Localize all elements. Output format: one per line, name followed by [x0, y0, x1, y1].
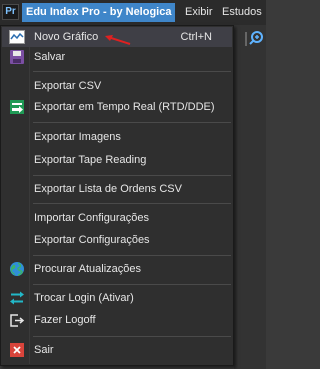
- menu-item-salvar[interactable]: Salvar: [2, 47, 232, 67]
- menu-separator: [33, 284, 231, 285]
- menu-exibir[interactable]: Exibir: [185, 3, 213, 22]
- menu-item-label: Importar Configurações: [34, 212, 149, 224]
- menu-item-trocar-login[interactable]: Trocar Login (Ativar): [2, 288, 232, 308]
- file-dropdown-menu: Novo Gráfico Ctrl+N Salvar Exportar CSV …: [0, 25, 234, 366]
- menu-item-label: Exportar Lista de Ordens CSV: [34, 183, 182, 195]
- menu-item-label: Exportar Tape Reading: [34, 154, 147, 166]
- red-arrow-annotation: [105, 35, 131, 45]
- close-icon: [10, 343, 24, 357]
- menu-item-procurar-atualizacoes[interactable]: Procurar Atualizações: [2, 259, 232, 279]
- menu-separator: [33, 122, 231, 123]
- menu-item-exportar-tempo-real[interactable]: Exportar em Tempo Real (RTD/DDE): [2, 97, 232, 117]
- swap-arrows-icon: [10, 291, 24, 305]
- menu-item-label: Trocar Login (Ativar): [34, 292, 134, 304]
- menu-item-label: Exportar em Tempo Real (RTD/DDE): [34, 101, 215, 113]
- toolbar-divider: [245, 32, 247, 46]
- menu-item-label: Procurar Atualizações: [34, 263, 141, 275]
- menu-item-exportar-imagens[interactable]: Exportar Imagens: [2, 127, 232, 147]
- background-panel: [234, 25, 266, 369]
- menu-separator: [33, 71, 231, 72]
- export-realtime-icon: [10, 100, 24, 114]
- menu-item-label: Fazer Logoff: [34, 314, 96, 326]
- menu-item-label: Exportar CSV: [34, 80, 102, 92]
- menu-bar: Pr Edu Index Pro - by Nelogica Exibir Es…: [0, 0, 266, 26]
- menu-item-label: Exportar Configurações: [34, 234, 150, 246]
- menu-separator: [33, 255, 231, 256]
- menu-separator: [33, 336, 231, 337]
- menu-item-sair[interactable]: Sair: [2, 340, 232, 360]
- menu-file-title[interactable]: Edu Index Pro - by Nelogica: [22, 3, 176, 22]
- app-logo-icon[interactable]: Pr: [2, 4, 19, 20]
- menu-item-fazer-logoff[interactable]: Fazer Logoff: [2, 310, 232, 330]
- menu-separator: [33, 175, 231, 176]
- save-disk-icon: [10, 50, 24, 64]
- logoff-icon: [10, 314, 25, 327]
- menu-item-label: Exportar Imagens: [34, 131, 121, 143]
- menu-estudos[interactable]: Estudos: [222, 3, 262, 22]
- chart-line-icon: [9, 30, 25, 44]
- menu-item-shortcut: Ctrl+N: [180, 31, 212, 43]
- menu-item-label: Sair: [34, 344, 54, 356]
- zoom-icon[interactable]: [248, 30, 264, 46]
- menu-item-importar-configuracoes[interactable]: Importar Configurações: [2, 208, 232, 228]
- globe-icon: [10, 262, 24, 276]
- menu-item-exportar-configuracoes[interactable]: Exportar Configurações: [2, 230, 232, 250]
- menu-item-exportar-csv[interactable]: Exportar CSV: [2, 76, 232, 96]
- menu-item-exportar-tape-reading[interactable]: Exportar Tape Reading: [2, 150, 232, 170]
- menu-separator: [33, 203, 231, 204]
- menu-item-label: Novo Gráfico: [34, 31, 99, 43]
- menu-item-label: Salvar: [34, 51, 66, 63]
- menu-item-exportar-lista-ordens[interactable]: Exportar Lista de Ordens CSV: [2, 179, 232, 199]
